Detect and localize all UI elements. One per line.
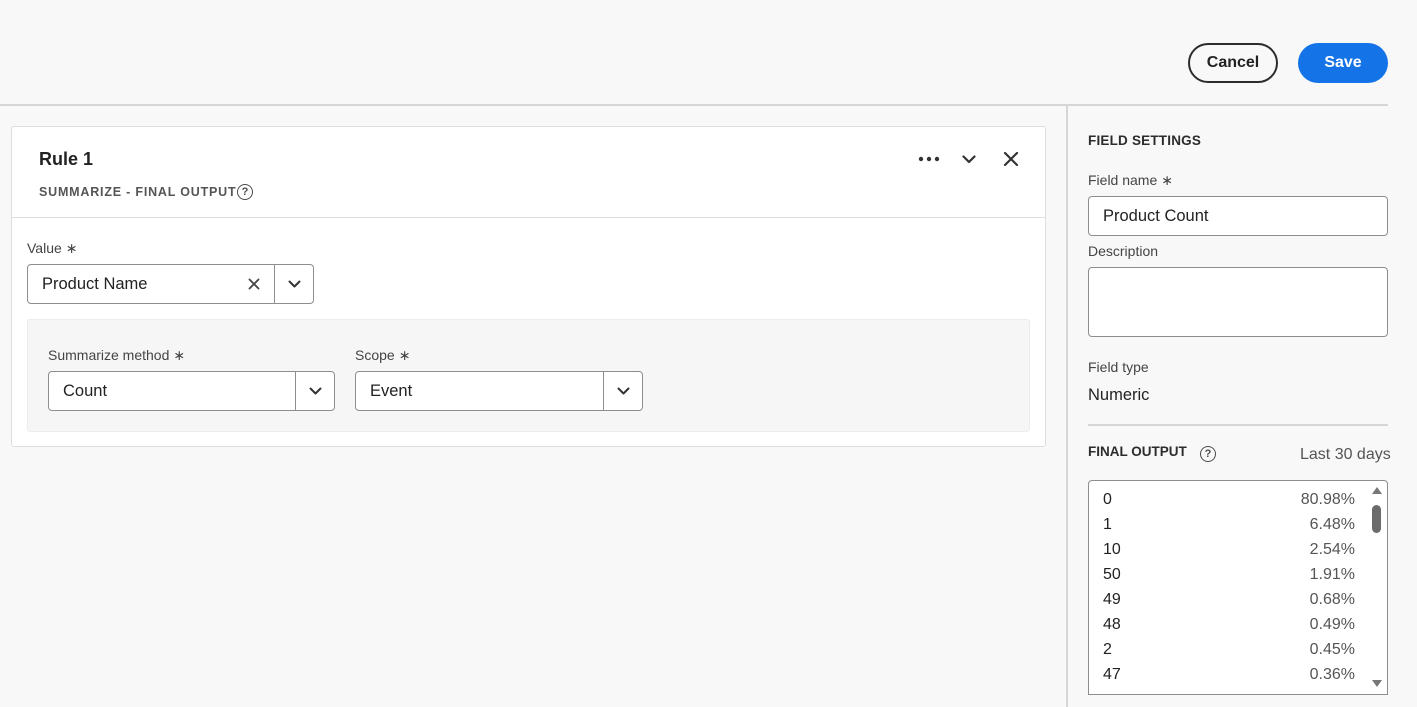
scroll-thumb[interactable] xyxy=(1372,505,1381,533)
save-button[interactable]: Save xyxy=(1298,43,1388,83)
list-item: 47 0.36% xyxy=(1103,666,1355,691)
output-percent: 80.98% xyxy=(1300,491,1355,508)
output-percent: 6.48% xyxy=(1309,516,1355,533)
output-percent: 0.68% xyxy=(1309,591,1355,608)
description-textarea[interactable] xyxy=(1088,267,1388,337)
output-percent: 1.91% xyxy=(1309,566,1355,583)
final-output-title: FINAL OUTPUT xyxy=(1088,444,1187,459)
field-name-input[interactable] xyxy=(1088,196,1388,236)
scope-label: Scope ∗ xyxy=(355,347,411,363)
output-value: 1 xyxy=(1103,516,1112,533)
more-options-icon[interactable] xyxy=(916,146,942,172)
close-icon[interactable] xyxy=(998,146,1024,172)
chevron-down-icon[interactable] xyxy=(603,372,642,410)
value-combobox[interactable]: Product Name xyxy=(27,264,314,304)
output-percent: 0.49% xyxy=(1309,616,1355,633)
chevron-down-icon[interactable] xyxy=(274,265,313,303)
summarize-method-value[interactable]: Count xyxy=(49,382,295,401)
output-value: 0 xyxy=(1103,491,1112,508)
summarize-settings-panel: Summarize method ∗ Count Scope ∗ Event xyxy=(27,319,1030,432)
list-item: 0 80.98% xyxy=(1103,491,1355,516)
value-label: Value ∗ xyxy=(27,240,78,256)
settings-divider xyxy=(1088,424,1388,426)
header-divider xyxy=(0,104,1388,106)
rule-card: Rule 1 SUMMARIZE - FINAL OUTPUT ? Value ∗… xyxy=(11,126,1046,447)
rule-title: Rule 1 xyxy=(39,149,94,169)
output-percent: 2.54% xyxy=(1309,541,1355,558)
panel-divider xyxy=(1066,106,1068,707)
output-value: 2 xyxy=(1103,641,1112,658)
scroll-up-arrow-icon[interactable] xyxy=(1371,486,1383,495)
cancel-button[interactable]: Cancel xyxy=(1188,43,1278,83)
chevron-down-icon[interactable] xyxy=(295,372,334,410)
output-value: 47 xyxy=(1103,666,1121,683)
scroll-down-arrow-icon[interactable] xyxy=(1371,679,1383,688)
scope-picker[interactable]: Event xyxy=(355,371,643,411)
card-divider xyxy=(12,217,1045,218)
list-item: 48 0.49% xyxy=(1103,616,1355,641)
final-output-list[interactable]: 0 80.98% 1 6.48% 10 2.54% 50 1.91% 49 0.… xyxy=(1088,480,1388,695)
rule-subtitle: SUMMARIZE - FINAL OUTPUT xyxy=(39,185,237,199)
summarize-method-label: Summarize method ∗ xyxy=(48,347,186,363)
output-value: 10 xyxy=(1103,541,1121,558)
output-percent: 0.36% xyxy=(1309,666,1355,683)
help-icon[interactable]: ? xyxy=(1200,446,1216,462)
description-label: Description xyxy=(1088,243,1159,259)
field-type-value: Numeric xyxy=(1088,386,1150,404)
collapse-chevron-icon[interactable] xyxy=(956,146,982,172)
output-value: 50 xyxy=(1103,566,1121,583)
top-bar: Cancel Save xyxy=(0,0,1417,104)
value-input[interactable]: Product Name xyxy=(28,275,244,294)
list-item: 49 0.68% xyxy=(1103,591,1355,616)
list-item: 50 1.91% xyxy=(1103,566,1355,591)
scope-value[interactable]: Event xyxy=(356,382,603,401)
date-range-label: Last 30 days xyxy=(1300,446,1391,463)
list-item: 2 0.45% xyxy=(1103,641,1355,666)
field-settings-title: FIELD SETTINGS xyxy=(1088,133,1202,148)
clear-icon[interactable] xyxy=(244,274,264,294)
list-item: 10 2.54% xyxy=(1103,541,1355,566)
output-value: 49 xyxy=(1103,591,1121,608)
output-value: 48 xyxy=(1103,616,1121,633)
field-name-label: Field name ∗ xyxy=(1088,172,1173,188)
help-icon[interactable]: ? xyxy=(237,184,253,200)
summarize-method-picker[interactable]: Count xyxy=(48,371,335,411)
output-percent: 0.45% xyxy=(1309,641,1355,658)
list-scrollbar[interactable] xyxy=(1367,481,1387,694)
field-type-label: Field type xyxy=(1088,359,1149,375)
list-item: 1 6.48% xyxy=(1103,516,1355,541)
